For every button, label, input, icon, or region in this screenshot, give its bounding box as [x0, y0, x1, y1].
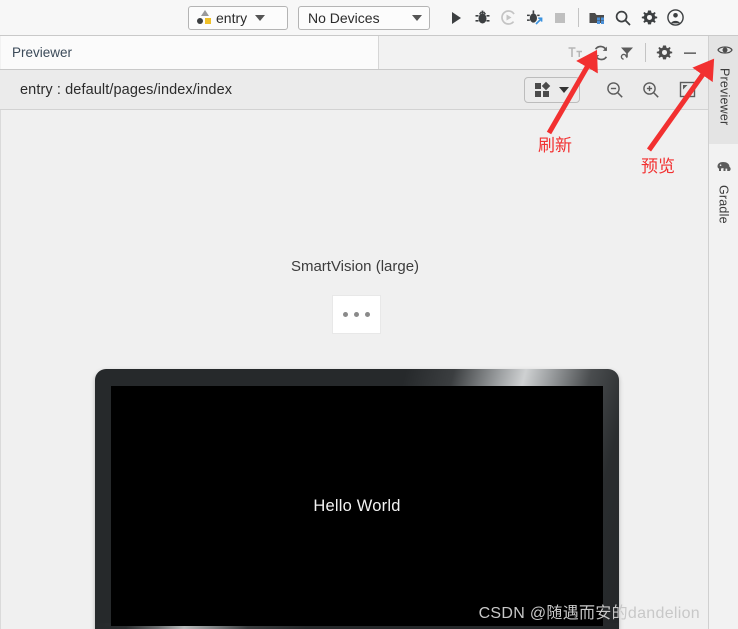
dot	[365, 312, 370, 317]
previewer-tab-row: Previewer	[0, 36, 708, 70]
previewer-tab-actions	[562, 36, 708, 69]
main-toolbar: entry No Devices	[0, 0, 738, 36]
module-selector-combo[interactable]: entry	[188, 5, 288, 30]
device-selector-label: No Devices	[308, 9, 380, 26]
attach-debugger-icon[interactable]	[521, 5, 547, 31]
right-tool-rail: Previewer Gradle	[708, 36, 738, 629]
settings-gear-icon[interactable]	[651, 40, 677, 66]
run-coverage-icon[interactable]	[495, 5, 521, 31]
settings-gear-icon[interactable]	[636, 5, 662, 31]
preview-zoom-controls	[524, 70, 700, 109]
fit-to-screen-icon[interactable]	[674, 77, 700, 103]
device-screen[interactable]: Hello World	[111, 386, 603, 626]
project-structure-icon[interactable]	[584, 5, 610, 31]
debug-icon[interactable]	[469, 5, 495, 31]
tab-previewer[interactable]: Previewer	[1, 36, 379, 69]
module-selector-label: entry	[216, 9, 248, 26]
tab-previewer-label: Previewer	[12, 45, 73, 60]
toolbar-divider	[578, 8, 579, 27]
breadcrumb: entry : default/pages/index/index	[20, 81, 233, 98]
eye-icon	[716, 42, 733, 63]
device-selector-combo[interactable]: No Devices	[298, 5, 430, 30]
chevron-down-icon	[255, 14, 266, 21]
chevron-down-icon	[559, 86, 569, 93]
more-options-button[interactable]	[332, 295, 381, 334]
gradle-rail-item[interactable]: Gradle	[709, 154, 738, 244]
previewer-rail-label: Previewer	[717, 68, 732, 126]
previewer-tab-divider	[645, 43, 646, 62]
annotation-preview-label: 预览	[641, 157, 675, 177]
screen-text: Hello World	[313, 496, 401, 515]
chevron-down-icon	[412, 14, 422, 21]
dot	[343, 312, 348, 317]
module-entry-icon	[196, 9, 212, 26]
account-icon[interactable]	[662, 5, 688, 31]
breadcrumb-row: entry : default/pages/index/index	[0, 70, 708, 110]
watermark: CSDN @随遇而安的dandelion	[478, 605, 700, 622]
previewer-rail-item[interactable]: Previewer	[709, 36, 738, 144]
stop-icon[interactable]	[547, 5, 573, 31]
text-size-icon[interactable]	[562, 40, 588, 66]
dot	[354, 312, 359, 317]
inspector-icon[interactable]	[614, 40, 640, 66]
search-icon[interactable]	[610, 5, 636, 31]
zoom-out-icon[interactable]	[602, 77, 628, 103]
preview-canvas: SmartVision (large) Hello World CSDN @随遇…	[0, 110, 708, 629]
layout-selector-combo[interactable]	[524, 76, 580, 103]
device-preview-frame[interactable]: Hello World	[95, 369, 619, 629]
previewer-window: entry No Devices Previewer entry: defau…	[0, 0, 738, 629]
elephant-icon	[715, 160, 732, 180]
grid-layout-icon	[535, 81, 551, 97]
refresh-icon[interactable]	[588, 40, 614, 66]
zoom-in-icon[interactable]	[638, 77, 664, 103]
minimize-icon[interactable]	[677, 40, 703, 66]
gradle-rail-label: Gradle	[716, 185, 731, 224]
run-icon[interactable]	[443, 5, 469, 31]
device-title: SmartVision (large)	[290, 258, 420, 275]
annotation-refresh-label: 刷新	[538, 136, 572, 156]
